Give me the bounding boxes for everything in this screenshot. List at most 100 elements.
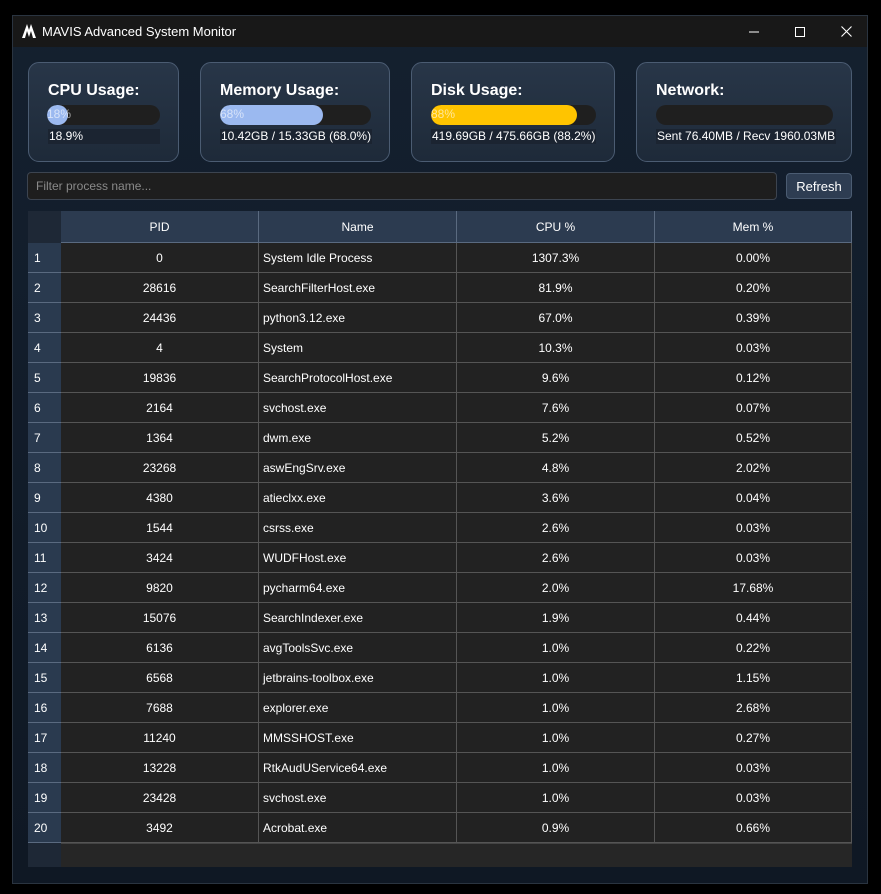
table-cell-name[interactable]: jetbrains-toolbox.exe xyxy=(259,663,457,693)
column-header-name[interactable]: Name xyxy=(259,211,457,243)
row-header[interactable]: 15 xyxy=(28,663,61,693)
row-header[interactable]: 2 xyxy=(28,273,61,303)
table-cell-mem[interactable]: 0.00% xyxy=(655,243,852,273)
minimize-button[interactable] xyxy=(731,16,777,47)
table-cell-name[interactable]: RtkAudUService64.exe xyxy=(259,753,457,783)
table-cell-name[interactable]: System xyxy=(259,333,457,363)
row-header[interactable]: 16 xyxy=(28,693,61,723)
table-cell-pid[interactable]: 6568 xyxy=(61,663,259,693)
table-cell-pid[interactable]: 0 xyxy=(61,243,259,273)
table-cell-name[interactable]: dwm.exe xyxy=(259,423,457,453)
table-cell-pid[interactable]: 19836 xyxy=(61,363,259,393)
row-header[interactable]: 10 xyxy=(28,513,61,543)
table-cell-pid[interactable]: 1544 xyxy=(61,513,259,543)
table-cell-mem[interactable]: 0.52% xyxy=(655,423,852,453)
table-cell-cpu[interactable]: 2.6% xyxy=(457,513,655,543)
row-header[interactable]: 13 xyxy=(28,603,61,633)
column-header-pid[interactable]: PID xyxy=(61,211,259,243)
table-cell-name[interactable]: MMSSHOST.exe xyxy=(259,723,457,753)
row-header[interactable]: 19 xyxy=(28,783,61,813)
row-header[interactable]: 14 xyxy=(28,633,61,663)
table-cell-pid[interactable]: 4380 xyxy=(61,483,259,513)
row-header[interactable]: 5 xyxy=(28,363,61,393)
close-button[interactable] xyxy=(823,16,867,47)
table-corner-button[interactable] xyxy=(28,211,61,243)
table-cell-cpu[interactable]: 1.0% xyxy=(457,723,655,753)
table-cell-cpu[interactable]: 10.3% xyxy=(457,333,655,363)
table-cell-cpu[interactable]: 1.0% xyxy=(457,753,655,783)
table-cell-cpu[interactable]: 1.0% xyxy=(457,693,655,723)
row-header[interactable]: 8 xyxy=(28,453,61,483)
table-cell-pid[interactable]: 11240 xyxy=(61,723,259,753)
table-cell-mem[interactable]: 0.03% xyxy=(655,753,852,783)
table-cell-mem[interactable]: 0.39% xyxy=(655,303,852,333)
table-cell-name[interactable]: python3.12.exe xyxy=(259,303,457,333)
table-cell-mem[interactable]: 0.03% xyxy=(655,333,852,363)
table-cell-pid[interactable]: 9820 xyxy=(61,573,259,603)
column-header-cpu[interactable]: CPU % xyxy=(457,211,655,243)
table-cell-mem[interactable]: 0.44% xyxy=(655,603,852,633)
table-cell-cpu[interactable]: 1.0% xyxy=(457,633,655,663)
table-cell-cpu[interactable]: 4.8% xyxy=(457,453,655,483)
table-cell-pid[interactable]: 2164 xyxy=(61,393,259,423)
table-cell-mem[interactable]: 2.68% xyxy=(655,693,852,723)
table-cell-name[interactable]: aswEngSrv.exe xyxy=(259,453,457,483)
column-header-mem[interactable]: Mem % xyxy=(655,211,852,243)
row-header[interactable]: 6 xyxy=(28,393,61,423)
table-cell-pid[interactable]: 3492 xyxy=(61,813,259,843)
table-cell-cpu[interactable]: 81.9% xyxy=(457,273,655,303)
table-cell-mem[interactable]: 0.04% xyxy=(655,483,852,513)
process-filter-input[interactable] xyxy=(27,172,777,200)
table-cell-name[interactable]: SearchProtocolHost.exe xyxy=(259,363,457,393)
row-header[interactable]: 20 xyxy=(28,813,61,843)
table-cell-cpu[interactable]: 0.9% xyxy=(457,813,655,843)
table-cell-pid[interactable]: 13228 xyxy=(61,753,259,783)
row-header[interactable]: 12 xyxy=(28,573,61,603)
table-cell-cpu[interactable]: 67.0% xyxy=(457,303,655,333)
row-header[interactable]: 17 xyxy=(28,723,61,753)
table-cell-cpu[interactable]: 3.6% xyxy=(457,483,655,513)
table-cell-name[interactable]: svchost.exe xyxy=(259,393,457,423)
table-cell-name[interactable]: atieclxx.exe xyxy=(259,483,457,513)
table-cell-mem[interactable]: 17.68% xyxy=(655,573,852,603)
table-cell-name[interactable]: Acrobat.exe xyxy=(259,813,457,843)
table-cell-pid[interactable]: 7688 xyxy=(61,693,259,723)
table-cell-name[interactable]: System Idle Process xyxy=(259,243,457,273)
table-cell-mem[interactable]: 0.12% xyxy=(655,363,852,393)
table-cell-pid[interactable]: 28616 xyxy=(61,273,259,303)
table-cell-mem[interactable]: 1.15% xyxy=(655,663,852,693)
table-cell-mem[interactable]: 0.03% xyxy=(655,513,852,543)
table-cell-name[interactable]: SearchIndexer.exe xyxy=(259,603,457,633)
table-cell-cpu[interactable]: 5.2% xyxy=(457,423,655,453)
table-cell-mem[interactable]: 0.27% xyxy=(655,723,852,753)
table-cell-pid[interactable]: 15076 xyxy=(61,603,259,633)
table-cell-name[interactable]: svchost.exe xyxy=(259,783,457,813)
table-cell-cpu[interactable]: 1.0% xyxy=(457,783,655,813)
table-cell-cpu[interactable]: 2.0% xyxy=(457,573,655,603)
table-cell-cpu[interactable]: 9.6% xyxy=(457,363,655,393)
table-cell-cpu[interactable]: 2.6% xyxy=(457,543,655,573)
table-cell-name[interactable]: csrss.exe xyxy=(259,513,457,543)
table-cell-name[interactable]: explorer.exe xyxy=(259,693,457,723)
table-cell-cpu[interactable]: 1.9% xyxy=(457,603,655,633)
refresh-button[interactable]: Refresh xyxy=(786,173,852,199)
table-cell-name[interactable]: SearchFilterHost.exe xyxy=(259,273,457,303)
table-cell-pid[interactable]: 3424 xyxy=(61,543,259,573)
table-cell-pid[interactable]: 6136 xyxy=(61,633,259,663)
table-cell-mem[interactable]: 0.22% xyxy=(655,633,852,663)
process-table[interactable]: PID Name CPU % Mem % 1 0 System Idle Process 1… xyxy=(28,211,852,867)
table-cell-cpu[interactable]: 1307.3% xyxy=(457,243,655,273)
table-cell-mem[interactable]: 0.03% xyxy=(655,543,852,573)
horizontal-scrollbar[interactable] xyxy=(61,843,852,865)
row-header[interactable]: 11 xyxy=(28,543,61,573)
table-cell-name[interactable]: WUDFHost.exe xyxy=(259,543,457,573)
table-cell-pid[interactable]: 4 xyxy=(61,333,259,363)
row-header[interactable]: 4 xyxy=(28,333,61,363)
table-cell-name[interactable]: pycharm64.exe xyxy=(259,573,457,603)
table-cell-mem[interactable]: 0.66% xyxy=(655,813,852,843)
maximize-button[interactable] xyxy=(777,16,823,47)
table-cell-pid[interactable]: 23428 xyxy=(61,783,259,813)
table-cell-cpu[interactable]: 7.6% xyxy=(457,393,655,423)
table-cell-pid[interactable]: 1364 xyxy=(61,423,259,453)
table-cell-pid[interactable]: 23268 xyxy=(61,453,259,483)
